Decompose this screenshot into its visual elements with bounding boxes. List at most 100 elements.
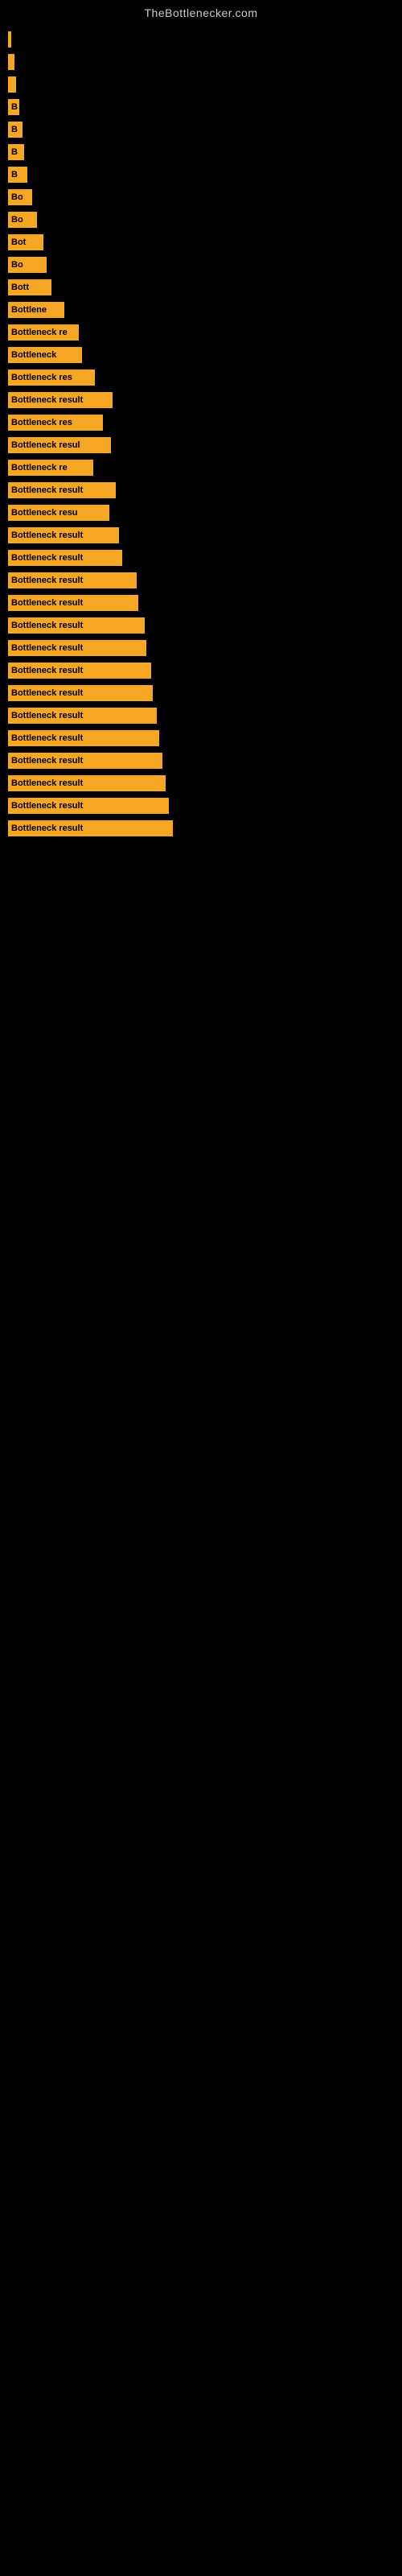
- bar-label: Bo: [11, 192, 23, 202]
- bar-label: B: [11, 102, 18, 112]
- bar-label: Bo: [11, 215, 23, 225]
- bar: Bottleneck result: [8, 663, 151, 679]
- bar-label: B: [11, 147, 18, 157]
- bar-label: Bottleneck result: [11, 485, 83, 495]
- bar-label: Bottleneck result: [11, 824, 83, 833]
- bar-row: Bottleneck result: [8, 639, 394, 657]
- bar: Bottleneck res: [8, 415, 103, 431]
- bar: Bot: [8, 234, 43, 250]
- bar-row: Bottleneck result: [8, 729, 394, 747]
- bar-label: Bottleneck result: [11, 733, 83, 743]
- bar: B: [8, 99, 19, 115]
- bar: Bottleneck result: [8, 640, 146, 656]
- bar-row: B: [8, 143, 394, 161]
- bar-row: B: [8, 121, 394, 138]
- bar-row: Bottleneck result: [8, 572, 394, 589]
- bar-row: Bottleneck result: [8, 549, 394, 567]
- bar-label: Bottlene: [11, 305, 47, 315]
- bar-label: Bottleneck result: [11, 778, 83, 788]
- bar-label: Bot: [11, 237, 26, 247]
- bar: Bo: [8, 212, 37, 228]
- bar-row: Bott: [8, 279, 394, 296]
- bar-row: Bottlene: [8, 301, 394, 319]
- bar-label: Bottleneck res: [11, 373, 72, 382]
- bar: Bottleneck re: [8, 460, 93, 476]
- bar-row: [8, 76, 394, 93]
- bar: Bottlene: [8, 302, 64, 318]
- bar-label: Bottleneck result: [11, 621, 83, 630]
- bar-label: Bottleneck result: [11, 643, 83, 653]
- bar-label: Bottleneck result: [11, 530, 83, 540]
- site-title: TheBottlenecker.com: [0, 0, 402, 23]
- bar-label: Bottleneck result: [11, 711, 83, 720]
- bar-label: Bottleneck result: [11, 688, 83, 698]
- bar-row: Bo: [8, 211, 394, 229]
- bar: Bottleneck result: [8, 730, 159, 746]
- bar-label: Bottleneck result: [11, 395, 83, 405]
- bar: [8, 76, 16, 93]
- bar: B: [8, 167, 27, 183]
- bar: Bottleneck result: [8, 685, 153, 701]
- bar: Bottleneck result: [8, 595, 138, 611]
- bar-label: Bottleneck resul: [11, 440, 80, 450]
- bar-label: Bottleneck res: [11, 418, 72, 427]
- bar: B: [8, 144, 24, 160]
- bar: Bottleneck result: [8, 482, 116, 498]
- bar: Bo: [8, 189, 32, 205]
- bar-row: Bottleneck res: [8, 414, 394, 431]
- bar: Bottleneck result: [8, 820, 173, 836]
- bar-row: Bottleneck res: [8, 369, 394, 386]
- bar-row: Bottleneck re: [8, 324, 394, 341]
- bar-row: Bottleneck result: [8, 481, 394, 499]
- bar-row: Bottleneck result: [8, 797, 394, 815]
- bar: B: [8, 122, 23, 138]
- bar: Bottleneck re: [8, 324, 79, 341]
- bar-row: Bottleneck resul: [8, 436, 394, 454]
- bar-label: B: [11, 170, 18, 180]
- bar-row: [8, 53, 394, 71]
- bar-label: Bottleneck result: [11, 666, 83, 675]
- bar: Bottleneck result: [8, 617, 145, 634]
- bar: Bottleneck result: [8, 708, 157, 724]
- bar-label: Bottleneck re: [11, 463, 68, 473]
- bar-row: Bo: [8, 256, 394, 274]
- bar-label: Bo: [11, 260, 23, 270]
- bar-label: Bottleneck result: [11, 553, 83, 563]
- bar-row: Bottleneck result: [8, 752, 394, 770]
- bar-label: Bottleneck: [11, 350, 56, 360]
- bar-label: Bottleneck result: [11, 598, 83, 608]
- bar-row: Bottleneck result: [8, 662, 394, 679]
- bar-row: B: [8, 166, 394, 184]
- bar-row: Bottleneck result: [8, 594, 394, 612]
- bar-row: B: [8, 98, 394, 116]
- bar-row: Bottleneck result: [8, 707, 394, 724]
- bar: [8, 54, 14, 70]
- bar: Bottleneck result: [8, 550, 122, 566]
- bar-row: Bottleneck re: [8, 459, 394, 477]
- bar-label: Bott: [11, 283, 29, 292]
- bar: Bottleneck result: [8, 753, 162, 769]
- bar-row: Bottleneck resu: [8, 504, 394, 522]
- bar: Bottleneck res: [8, 369, 95, 386]
- bar-row: Bottleneck result: [8, 617, 394, 634]
- bar: Bottleneck: [8, 347, 82, 363]
- bar: Bottleneck resu: [8, 505, 109, 521]
- bar-label: Bottleneck result: [11, 756, 83, 766]
- bars-container: BBBBBoBoBotBoBottBottleneBottleneck reBo…: [0, 23, 402, 850]
- bar: Bottleneck result: [8, 798, 169, 814]
- bar-row: Bottleneck result: [8, 774, 394, 792]
- bar-row: Bot: [8, 233, 394, 251]
- bar-label: Bottleneck re: [11, 328, 68, 337]
- bar: Bott: [8, 279, 51, 295]
- bar: Bottleneck result: [8, 392, 113, 408]
- bar-label: Bottleneck result: [11, 576, 83, 585]
- bar-label: Bottleneck result: [11, 801, 83, 811]
- bar: Bottleneck result: [8, 527, 119, 543]
- bar-row: Bottleneck result: [8, 526, 394, 544]
- bar-row: Bottleneck result: [8, 819, 394, 837]
- bar: Bottleneck result: [8, 572, 137, 588]
- bar: Bottleneck result: [8, 775, 166, 791]
- bar-row: [8, 31, 394, 48]
- bar-row: Bottleneck result: [8, 391, 394, 409]
- bar-label: Bottleneck resu: [11, 508, 78, 518]
